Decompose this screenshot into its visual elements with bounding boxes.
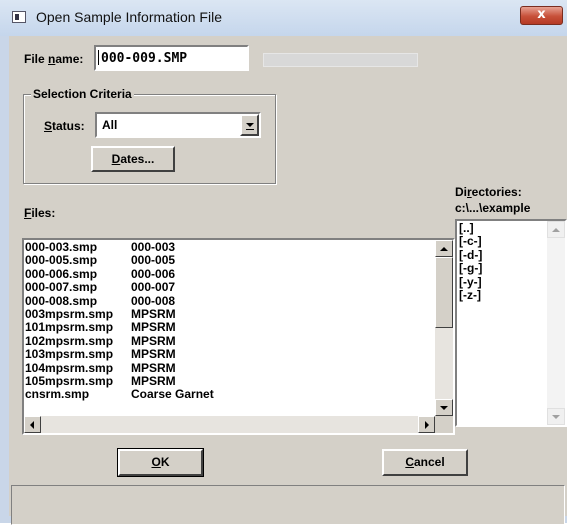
file-name-cell: 000-003.smp: [25, 240, 98, 254]
status-label: Status:: [44, 119, 85, 133]
chevron-down-icon: [246, 123, 254, 127]
status-bar: [11, 485, 565, 525]
file-name-cell: 105mpsrm.smp: [25, 374, 114, 388]
files-vscroll-thumb[interactable]: [435, 257, 453, 328]
file-name-cell: cnsrm.smp: [25, 387, 90, 402]
file-description-cell: 000-006: [131, 266, 176, 281]
dates-button[interactable]: Dates...: [91, 146, 175, 172]
file-name-cell: 000-005.smp: [25, 253, 98, 268]
files-hscrollbar[interactable]: [24, 416, 435, 433]
file-description-cell: MPSRM: [131, 333, 176, 348]
files-scroll-up[interactable]: [435, 240, 453, 257]
directories-list[interactable]: [..] [-c-] [-d-] [-g-] [-y-] [-z-]: [455, 219, 567, 427]
directory-path: c:\...\example: [455, 201, 531, 215]
directories-scroll-down[interactable]: [547, 408, 565, 425]
scroll-corner: [435, 416, 453, 433]
directory-list-item[interactable]: [-d-]: [459, 248, 482, 262]
directory-list-item[interactable]: [-y-]: [459, 275, 482, 289]
file-name-label-part: File: [24, 52, 49, 66]
file-name-cell: 103mpsrm.smp: [25, 347, 114, 362]
directory-list-item[interactable]: [-z-]: [459, 289, 481, 302]
file-name-cell: 000-008.smp: [25, 293, 98, 308]
dates-button-accel: D: [111, 152, 121, 166]
files-scroll-down[interactable]: [435, 399, 453, 416]
dialog-window: Open Sample Information File x File name…: [0, 0, 567, 525]
file-name-label-part2: ame:: [55, 52, 84, 66]
file-description-cell: 000-007: [131, 280, 176, 295]
app-window-icon: [12, 11, 26, 23]
chevron-down-icon: [440, 406, 448, 410]
status-dropdown-button[interactable]: [240, 114, 259, 136]
close-button[interactable]: x: [520, 6, 563, 25]
file-description-cell: MPSRM: [131, 307, 176, 321]
selection-criteria-title: Selection Criteria: [31, 87, 134, 101]
files-label-part: iles:: [31, 206, 56, 220]
file-name-cell: 000-006.smp: [25, 266, 98, 281]
chevron-left-icon: [30, 421, 34, 429]
file-name-cell: 000-007.smp: [25, 280, 98, 295]
dates-button-label: ates...: [120, 152, 155, 166]
files-list-content: 000-003.smp 000-003 000-005.smp 000-005 000-…: [24, 240, 435, 416]
directories-list-content: [..] [-c-] [-d-] [-g-] [-y-] [-z-]: [457, 221, 547, 425]
directory-list-item[interactable]: [-c-]: [459, 235, 482, 248]
directory-list-item[interactable]: [-g-]: [459, 262, 482, 275]
file-name-cell: 003mpsrm.smp: [25, 307, 114, 321]
file-info-box: [263, 53, 418, 67]
directories-label-part2: ectories:: [471, 185, 522, 199]
file-description-cell: MPSRM: [131, 320, 176, 335]
directories-label: Directories:: [455, 185, 522, 199]
status-select[interactable]: All: [95, 112, 261, 138]
status-select-value: All: [102, 118, 118, 132]
cancel-button[interactable]: Cancel: [382, 449, 468, 476]
file-name-input[interactable]: 000-009.SMP: [94, 45, 249, 71]
status-label-part: tatus:: [52, 119, 85, 133]
file-description-cell: 000-005: [131, 253, 176, 268]
chevron-up-icon: [440, 247, 448, 251]
files-scroll-right[interactable]: [418, 416, 435, 433]
status-label-accel: S: [44, 119, 53, 133]
ok-button-label: K: [160, 455, 170, 469]
cancel-button-accel: C: [405, 455, 414, 469]
dropdown-bar: [246, 129, 254, 130]
chevron-right-icon: [425, 421, 429, 429]
text-caret: [98, 50, 99, 65]
files-scroll-left[interactable]: [24, 416, 41, 433]
cancel-button-label: ancel: [413, 455, 445, 469]
file-description-cell: MPSRM: [131, 347, 176, 362]
directory-list-item[interactable]: [..]: [459, 222, 474, 235]
file-name-cell: 104mpsrm.smp: [25, 360, 114, 375]
directories-scroll-up[interactable]: [547, 221, 565, 238]
file-description-cell: MPSRM: [131, 374, 176, 388]
file-description-cell: Coarse Garnet: [131, 387, 214, 402]
chevron-down-icon: [552, 415, 560, 419]
files-vscrollbar[interactable]: [435, 240, 453, 416]
files-label: Files:: [24, 206, 55, 220]
file-name-cell: 101mpsrm.smp: [25, 320, 114, 335]
file-description-cell: 000-008: [131, 293, 176, 308]
window-title: Open Sample Information File: [36, 9, 222, 25]
directories-label-part: Di: [455, 185, 467, 199]
title-bar[interactable]: Open Sample Information File x: [0, 0, 567, 36]
file-description-cell: MPSRM: [131, 360, 176, 375]
ok-button[interactable]: OK: [117, 448, 204, 477]
dialog-client-area: File name: 000-009.SMP Selection Criteri…: [9, 36, 567, 525]
file-name-cell: 102mpsrm.smp: [25, 333, 114, 348]
directories-scrollbar[interactable]: [547, 221, 565, 425]
file-name-label: File name:: [24, 52, 83, 66]
file-name-value: 000-009.SMP: [101, 51, 188, 66]
ok-button-accel: O: [151, 455, 161, 469]
files-list[interactable]: 000-003.smp 000-003 000-005.smp 000-005 000-…: [22, 238, 455, 435]
file-description-cell: 000-003: [131, 240, 176, 254]
chevron-up-icon: [552, 228, 560, 232]
